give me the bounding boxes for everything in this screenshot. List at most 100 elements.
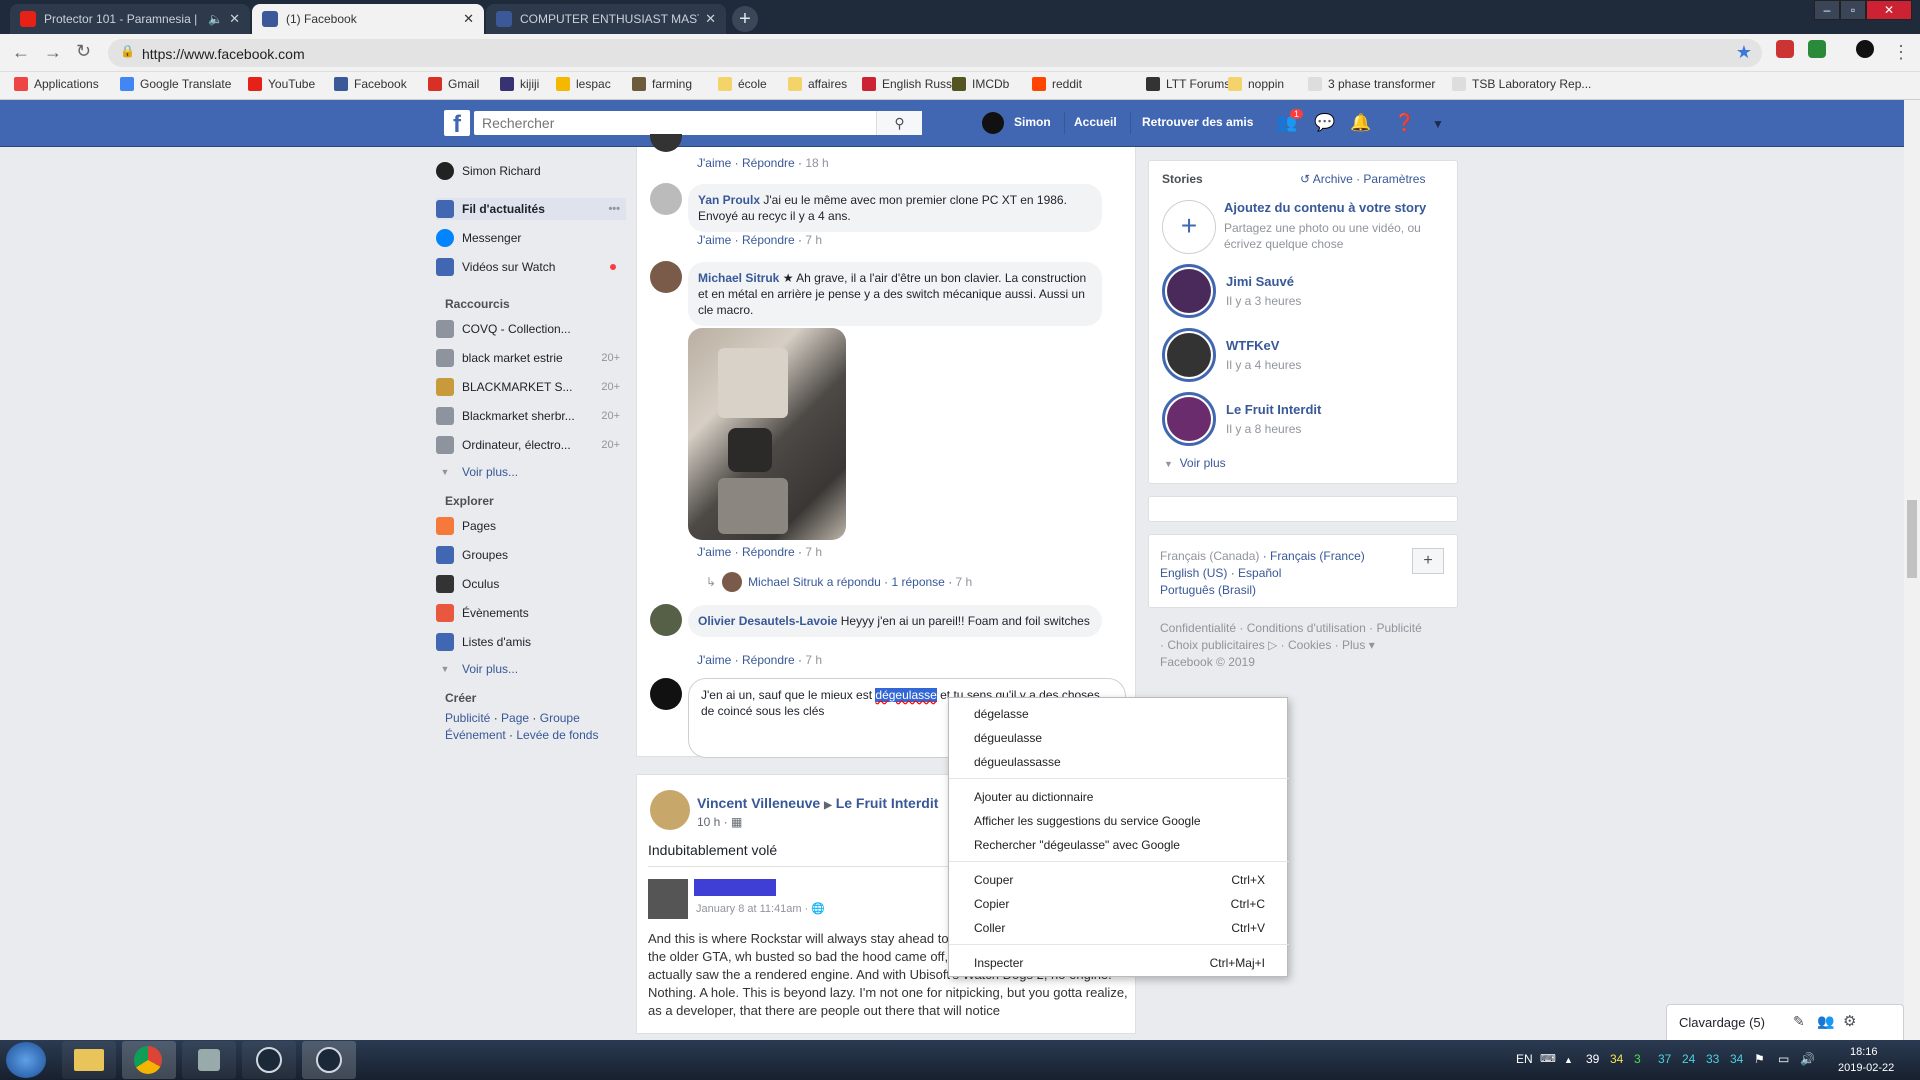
explore-item[interactable]: Évènements bbox=[436, 602, 626, 624]
reload-icon[interactable]: ↻ bbox=[76, 41, 91, 62]
clock-time[interactable]: 18:16 bbox=[1850, 1046, 1878, 1058]
reply-link[interactable]: Répondre bbox=[742, 233, 795, 247]
comment-author[interactable]: Michael Sitruk bbox=[698, 271, 779, 285]
menu-dots-icon[interactable]: ⋮ bbox=[1892, 42, 1910, 63]
search-input[interactable] bbox=[474, 111, 874, 135]
footer-link[interactable]: Conditions d'utilisation bbox=[1247, 621, 1366, 635]
like-link[interactable]: J'aime bbox=[697, 233, 731, 247]
story-item[interactable]: Le Fruit Interdit Il y a 8 heures bbox=[1162, 392, 1462, 448]
bookmark-item[interactable]: noppin bbox=[1228, 77, 1284, 91]
bookmark-item[interactable]: Applications bbox=[14, 77, 99, 91]
sidebar-item-watch[interactable]: Vidéos sur Watch bbox=[436, 256, 626, 278]
post-author[interactable]: Vincent Villeneuve bbox=[697, 795, 820, 811]
find-friends-link[interactable]: Retrouver des amis bbox=[1142, 115, 1253, 129]
tab-computer-enthusiast[interactable]: COMPUTER ENTHUSIAST MASTE ✕ bbox=[486, 4, 726, 34]
bookmark-item[interactable]: IMCDb bbox=[952, 77, 1009, 91]
explore-item[interactable]: Groupes bbox=[436, 544, 626, 566]
bookmark-item[interactable]: Google Translate bbox=[120, 77, 231, 91]
bookmark-star-icon[interactable]: ★ bbox=[1736, 42, 1752, 63]
app-icon[interactable] bbox=[182, 1041, 236, 1079]
add-to-dictionary-item[interactable]: Ajouter au dictionnaire bbox=[974, 790, 1093, 804]
profile-avatar[interactable] bbox=[1856, 40, 1874, 58]
compose-icon[interactable]: ✎ bbox=[1793, 1013, 1805, 1030]
bookmark-item[interactable]: reddit bbox=[1032, 77, 1082, 91]
google-suggestions-item[interactable]: Afficher les suggestions du service Goog… bbox=[974, 814, 1201, 828]
group-chat-icon[interactable]: 👥 bbox=[1817, 1013, 1834, 1030]
extension-abp-icon[interactable] bbox=[1776, 40, 1794, 58]
steam-icon[interactable] bbox=[242, 1041, 296, 1079]
home-link[interactable]: Accueil bbox=[1074, 115, 1117, 129]
add-story-button[interactable]: + bbox=[1162, 200, 1216, 254]
maximize-button[interactable]: ▫ bbox=[1840, 0, 1866, 20]
close-tab-icon[interactable]: ✕ bbox=[229, 11, 240, 27]
settings-link[interactable]: Paramètres bbox=[1363, 172, 1425, 186]
bookmark-item[interactable]: farming bbox=[632, 77, 692, 91]
footer-link[interactable]: Plus bbox=[1342, 638, 1365, 652]
story-item[interactable]: Jimi Sauvé Il y a 3 heures bbox=[1162, 264, 1462, 320]
chevron-down-icon[interactable]: ▼ bbox=[1432, 117, 1444, 131]
language-link[interactable]: English (US) bbox=[1160, 566, 1227, 580]
replies-summary[interactable]: ↳ Michael Sitruk a répondu · 1 réponse ·… bbox=[706, 572, 972, 592]
archive-link[interactable]: Archive bbox=[1313, 172, 1353, 186]
comment-photo[interactable] bbox=[688, 328, 846, 540]
close-tab-icon[interactable]: ✕ bbox=[463, 11, 474, 27]
file-explorer-icon[interactable] bbox=[62, 1041, 116, 1079]
create-page-link[interactable]: Page bbox=[501, 711, 529, 725]
scrollbar[interactable] bbox=[1904, 100, 1920, 1040]
bookmark-item[interactable]: lespac bbox=[556, 77, 611, 91]
like-link[interactable]: J'aime bbox=[697, 156, 731, 170]
profile-link[interactable]: Simon Richard bbox=[436, 160, 626, 182]
flag-icon[interactable]: ⚑ bbox=[1754, 1052, 1765, 1066]
bookmark-item[interactable]: TSB Laboratory Rep... bbox=[1452, 77, 1591, 91]
language-link[interactable]: Español bbox=[1238, 566, 1281, 580]
like-link[interactable]: J'aime bbox=[697, 545, 731, 559]
extension-download-icon[interactable] bbox=[1808, 40, 1826, 58]
reply-link[interactable]: Répondre bbox=[742, 545, 795, 559]
shortcut-item[interactable]: Ordinateur, électro... 20+ bbox=[436, 434, 626, 456]
explore-item[interactable]: Pages bbox=[436, 515, 626, 537]
scrollbar-thumb[interactable] bbox=[1907, 500, 1917, 578]
bookmark-item[interactable]: école bbox=[718, 77, 767, 91]
footer-link[interactable]: Cookies bbox=[1288, 638, 1331, 652]
volume-icon[interactable]: 🔊 bbox=[1800, 1052, 1815, 1066]
keyboard-icon[interactable]: ⌨ bbox=[1540, 1052, 1556, 1065]
copy-item[interactable]: Copier bbox=[974, 897, 1009, 911]
close-tab-icon[interactable]: ✕ bbox=[705, 11, 716, 27]
tab-youtube[interactable]: Protector 101 - Paramnesia | 🔈 ✕ bbox=[10, 4, 250, 34]
bookmark-item[interactable]: kijiji bbox=[500, 77, 539, 91]
comment-author[interactable]: Olivier Desautels-Lavoie bbox=[698, 614, 837, 628]
language-link[interactable]: Français (France) bbox=[1270, 549, 1365, 563]
notifications-icon[interactable]: 🔔 bbox=[1350, 113, 1371, 133]
paste-item[interactable]: Coller bbox=[974, 921, 1005, 935]
messenger-icon[interactable]: 💬 bbox=[1314, 113, 1335, 133]
search-icon[interactable]: ⚲ bbox=[876, 111, 922, 135]
network-icon[interactable]: ▭ bbox=[1778, 1052, 1789, 1066]
explore-item[interactable]: Oculus bbox=[436, 573, 626, 595]
suggestion-item[interactable]: dégueulassasse bbox=[974, 755, 1061, 769]
address-bar[interactable]: 🔒 https://www.facebook.com ★ bbox=[108, 39, 1762, 67]
create-ad-link[interactable]: Publicité bbox=[445, 711, 490, 725]
bookmark-item[interactable]: affaires bbox=[788, 77, 847, 91]
bookmark-item[interactable]: English Russia bbox=[862, 77, 961, 91]
post-target[interactable]: Le Fruit Interdit bbox=[836, 795, 939, 811]
post-time[interactable]: 10 h bbox=[697, 815, 720, 829]
bookmark-item[interactable]: Facebook bbox=[334, 77, 407, 91]
inspect-item[interactable]: Inspecter bbox=[974, 956, 1023, 970]
chat-bar[interactable]: Clavardage (5) ✎ 👥 ⚙ bbox=[1666, 1004, 1904, 1040]
cut-item[interactable]: Couper bbox=[974, 873, 1013, 887]
clock-date[interactable]: 2019-02-22 bbox=[1838, 1062, 1894, 1074]
minimize-button[interactable]: – bbox=[1814, 0, 1840, 20]
create-group-link[interactable]: Groupe bbox=[540, 711, 580, 725]
reply-link[interactable]: Répondre bbox=[742, 653, 795, 667]
shortcut-item[interactable]: black market estrie 20+ bbox=[436, 347, 626, 369]
see-more-stories[interactable]: ▼ Voir plus bbox=[1164, 456, 1226, 470]
comment-author[interactable]: Yan Proulx bbox=[698, 193, 760, 207]
shortcut-item[interactable]: Blackmarket sherbr... 20+ bbox=[436, 405, 626, 427]
tab-facebook[interactable]: (1) Facebook ✕ bbox=[252, 4, 484, 34]
add-story-title[interactable]: Ajoutez du contenu à votre story bbox=[1224, 200, 1426, 215]
tray-expand-icon[interactable]: ▲ bbox=[1564, 1055, 1573, 1065]
steam-icon[interactable] bbox=[302, 1041, 356, 1079]
see-more-explore[interactable]: ▼ Voir plus... bbox=[436, 658, 626, 680]
new-tab-button[interactable]: + bbox=[732, 6, 758, 32]
see-more-shortcuts[interactable]: ▼ Voir plus... bbox=[436, 461, 626, 483]
